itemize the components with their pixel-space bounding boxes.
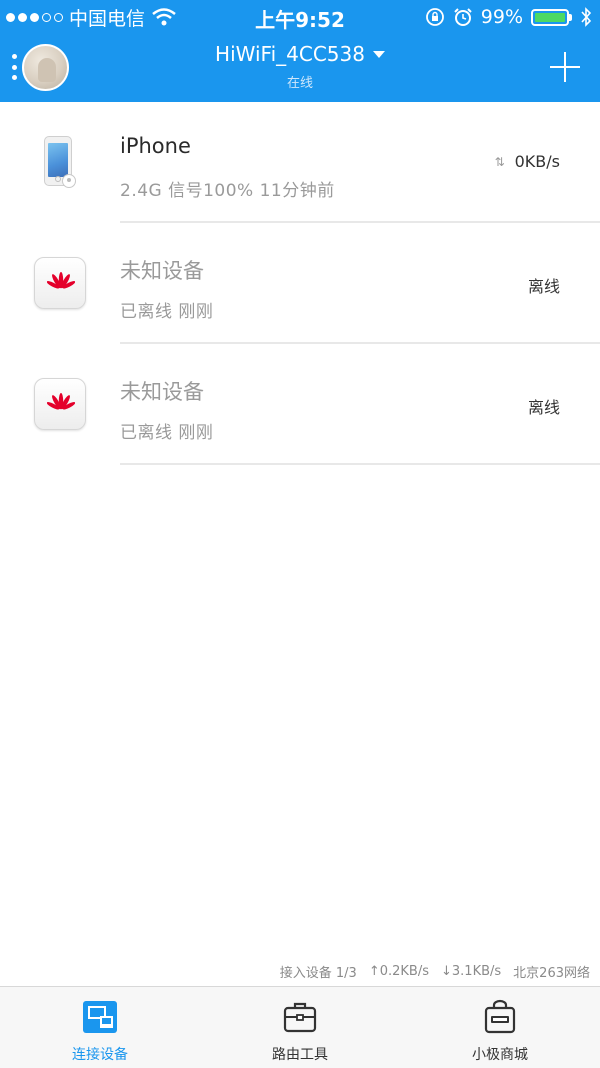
isp-name: 北京263网络 <box>513 965 590 981</box>
tab-label: 路由工具 <box>272 1047 328 1063</box>
huawei-logo-icon <box>47 393 75 410</box>
shop-bag-icon <box>484 999 516 1034</box>
status-right: 99% <box>425 4 592 30</box>
network-status: 在线 <box>286 76 313 91</box>
network-selector[interactable]: HiWiFi_4CC538 在线 <box>150 42 450 91</box>
device-detail: 已离线 刚刚 <box>120 302 214 322</box>
tab-devices[interactable]: 连接设备 <box>0 987 200 1068</box>
battery-level <box>535 12 565 22</box>
device-detail: 2.4G 信号100% 11分钟前 <box>120 181 335 201</box>
user-avatar[interactable] <box>22 44 69 91</box>
download-speed: ↓3.1KB/s <box>441 963 502 979</box>
device-row[interactable]: 未知设备 已离线 刚刚 离线 <box>0 223 600 344</box>
battery-icon <box>531 8 572 26</box>
network-name: HiWiFi_4CC538 <box>215 42 365 66</box>
iphone-icon <box>34 136 86 188</box>
bluetooth-icon <box>581 7 592 27</box>
add-icon[interactable] <box>550 52 580 82</box>
device-row[interactable]: iPhone 2.4G 信号100% 11分钟前 ⇅ 0KB/s <box>0 102 600 223</box>
device-state-text: 离线 <box>527 277 560 296</box>
devices-icon <box>83 1001 117 1033</box>
device-detail: 已离线 刚刚 <box>120 423 214 443</box>
user-badge-icon <box>62 174 76 188</box>
huawei-device-icon <box>34 378 86 430</box>
device-row[interactable]: 未知设备 已离线 刚刚 离线 <box>0 344 600 465</box>
tab-bar: 连接设备 路由工具 小极商城 <box>0 986 600 1068</box>
upload-speed: ↑0.2KB/s <box>368 963 429 979</box>
device-name: iPhone <box>120 134 191 158</box>
huawei-device-icon <box>34 257 86 309</box>
nav-bar: HiWiFi_4CC538 在线 <box>0 34 600 102</box>
network-stats-bar: 接入设备 1/3 ↑0.2KB/s ↓3.1KB/s 北京263网络 <box>0 958 600 984</box>
huawei-logo-icon <box>47 272 75 289</box>
device-state-text: 离线 <box>527 398 560 417</box>
device-speed: ⇅ 0KB/s <box>495 152 560 171</box>
device-state-label: 离线 <box>528 273 560 297</box>
device-name: 未知设备 <box>120 380 204 404</box>
device-state-label: 离线 <box>528 394 560 418</box>
tab-router-tools[interactable]: 路由工具 <box>200 987 400 1068</box>
tab-shop[interactable]: 小极商城 <box>400 987 600 1068</box>
toolbox-icon <box>283 1002 317 1033</box>
menu-icon[interactable] <box>10 54 18 80</box>
alarm-icon <box>454 8 472 26</box>
tab-label: 连接设备 <box>72 1047 128 1063</box>
device-name: 未知设备 <box>120 259 204 283</box>
transfer-arrows-icon: ⇅ <box>494 154 505 169</box>
device-list: iPhone 2.4G 信号100% 11分钟前 ⇅ 0KB/s 未知设备 已离… <box>0 102 600 465</box>
tab-label: 小极商城 <box>472 1047 528 1063</box>
connected-devices-count: 接入设备 1/3 <box>279 965 357 981</box>
row-divider <box>120 463 600 465</box>
rotation-lock-icon <box>425 8 444 26</box>
device-state-label: 0KB/s <box>514 152 560 171</box>
caret-down-icon <box>372 50 385 58</box>
battery-percent: 99% <box>480 6 523 28</box>
status-bar: 中国电信 上午9:52 99% <box>0 0 600 34</box>
app-header: 中国电信 上午9:52 99% HiWiFi_4CC538 在线 <box>0 0 600 102</box>
